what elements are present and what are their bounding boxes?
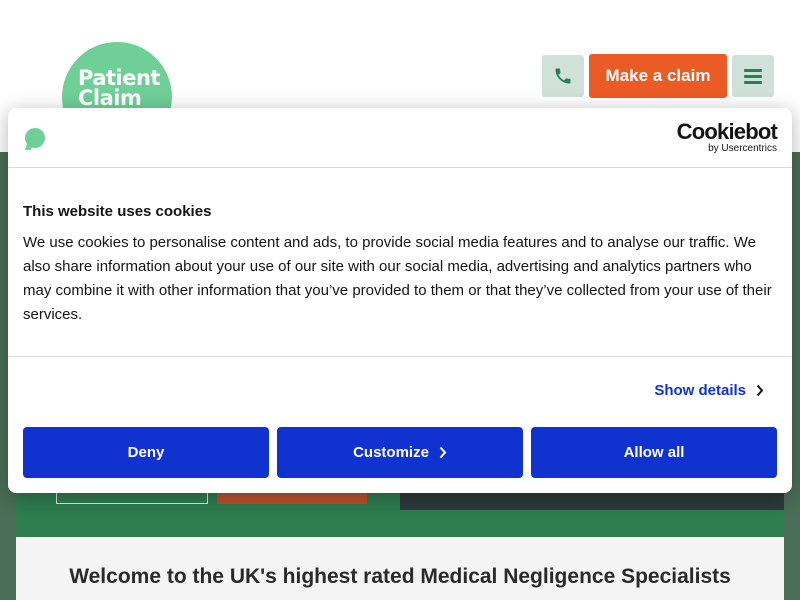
deny-button-label: Deny <box>127 444 165 461</box>
logo-text: Patient Claim <box>78 66 160 110</box>
cookie-dialog-body: We use cookies to personalise content an… <box>23 234 772 323</box>
cookie-consent-dialog: Cookiebot by Usercentrics This website u… <box>8 108 792 493</box>
cookiebot-logo[interactable]: Cookiebot by Usercentrics <box>676 119 778 155</box>
customize-button[interactable]: Customize <box>277 427 523 478</box>
cookie-dialog-header: Cookiebot by Usercentrics <box>8 108 792 168</box>
phone-button[interactable] <box>542 55 584 97</box>
logo-line-1: Patient <box>78 66 160 90</box>
menu-button[interactable] <box>732 55 774 97</box>
show-details-label: Show details <box>654 382 746 399</box>
chevron-right-icon <box>439 446 447 459</box>
deny-button[interactable]: Deny <box>23 427 269 478</box>
show-details-link[interactable]: Show details <box>654 382 764 399</box>
hamburger-menu-icon <box>744 68 762 72</box>
allow-all-button-label: Allow all <box>623 444 685 461</box>
hamburger-bar <box>744 80 762 84</box>
welcome-title: Welcome to the UK's highest rated Medica… <box>69 565 731 588</box>
welcome-band: Welcome to the UK's highest rated Medica… <box>16 537 784 600</box>
divider <box>8 356 792 357</box>
allow-all-button[interactable]: Allow all <box>531 427 777 478</box>
cookie-dialog-title: This website uses cookies <box>23 203 212 220</box>
cookiebot-brand-name: Cookiebot <box>676 119 778 144</box>
phone-icon <box>555 68 571 84</box>
chevron-right-icon <box>756 384 764 397</box>
make-a-claim-button[interactable]: Make a claim <box>589 54 727 98</box>
cookiebot-brand-sub: by Usercentrics <box>708 143 777 154</box>
logo-line-2: Claim <box>78 86 142 110</box>
hamburger-bar <box>744 74 762 78</box>
customize-button-label: Customize <box>353 444 429 461</box>
site-logo-icon <box>25 128 45 148</box>
